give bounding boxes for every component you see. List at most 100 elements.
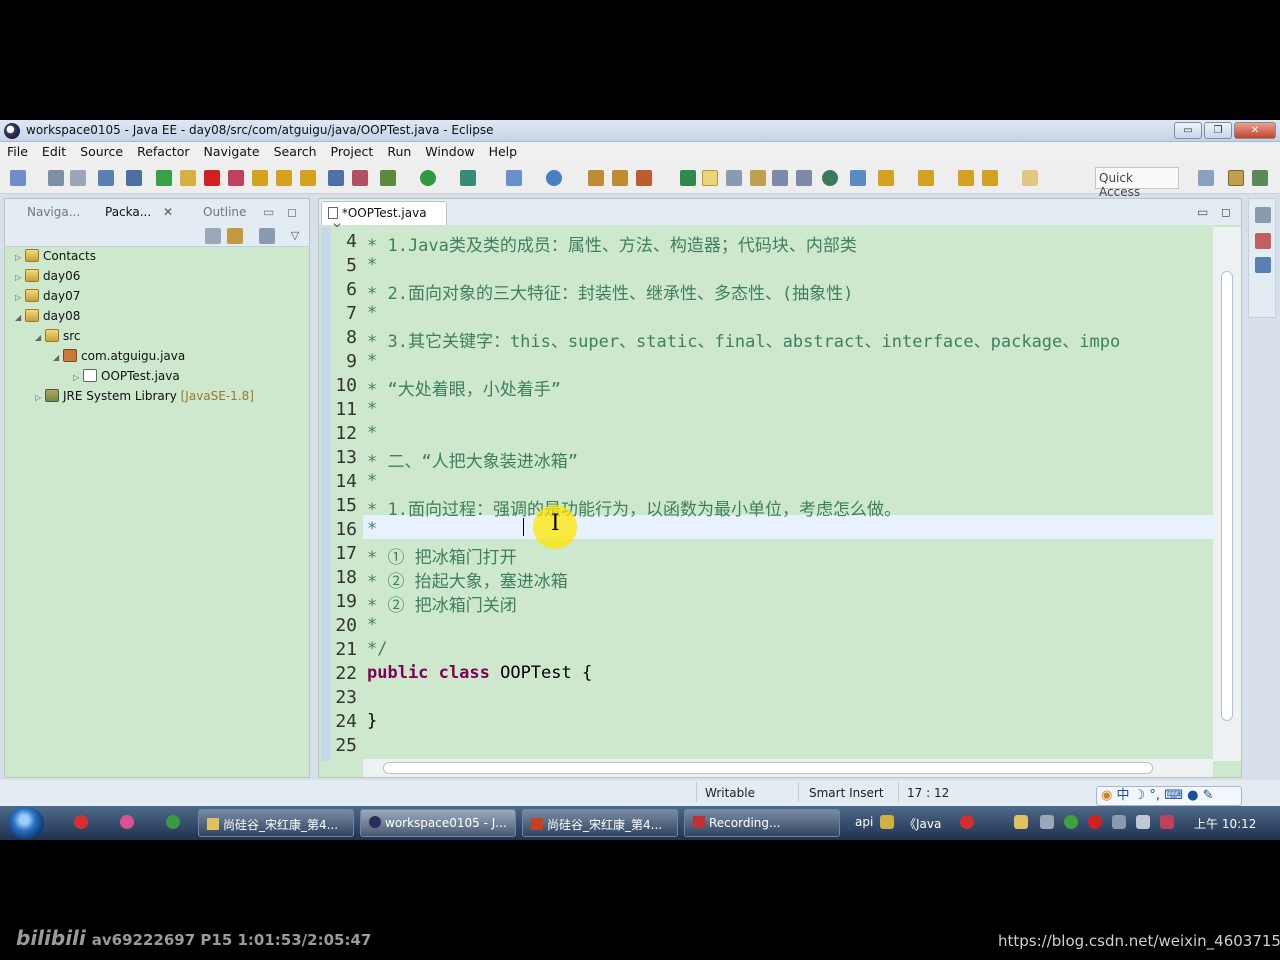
restore-button[interactable]: ❐ (1204, 122, 1232, 139)
drop-to-frame-icon[interactable] (328, 170, 344, 186)
ime-toolbar[interactable]: ◉ 中 ☽ °, ⌨ ● ✎ (1096, 786, 1242, 806)
suspend-icon[interactable] (180, 170, 196, 186)
last-edit-icon[interactable] (958, 170, 974, 186)
start-button[interactable] (8, 807, 44, 839)
run-icon[interactable] (420, 170, 436, 186)
horizontal-scrollbar[interactable] (363, 759, 1213, 777)
next-annotation-icon[interactable] (878, 170, 894, 186)
highlight-icon[interactable] (702, 170, 718, 186)
skip-breakpoints-icon[interactable] (126, 170, 142, 186)
open-folder-icon[interactable] (612, 170, 628, 186)
tree-item-day06[interactable]: ▷ day06 (15, 269, 80, 289)
vertical-scrollbar[interactable] (1213, 227, 1241, 761)
new-java-class-icon[interactable] (546, 170, 562, 186)
annotation-icon[interactable] (726, 170, 742, 186)
taskbar-item-folder[interactable]: 尚硅谷_宋红康_第4... (198, 809, 354, 837)
tab-navigator[interactable]: Naviga... (27, 205, 80, 219)
clipboard-icon[interactable] (1136, 815, 1150, 829)
terminal-icon[interactable] (98, 170, 114, 186)
step-over-icon[interactable] (276, 170, 292, 186)
scroll-thumb[interactable] (383, 762, 1153, 774)
save-all-icon[interactable] (70, 170, 86, 186)
app-launcher-icon[interactable] (74, 815, 88, 829)
tab-outline[interactable]: Outline (203, 205, 246, 219)
browser-icon[interactable] (120, 815, 134, 829)
tree-item-contacts[interactable]: ▷ Contacts (15, 249, 96, 269)
debug-icon[interactable] (380, 170, 396, 186)
collapse-all-icon[interactable] (205, 228, 221, 244)
menu-refactor[interactable]: Refactor (130, 142, 196, 162)
menu-navigate[interactable]: Navigate (197, 142, 267, 162)
close-icon[interactable]: ✕ (163, 205, 173, 219)
volume-icon[interactable] (1040, 815, 1054, 829)
view-menu-icon[interactable]: ▽ (287, 228, 303, 244)
tree-item-ooptest[interactable]: ▷ OOPTest.java (73, 369, 180, 389)
new-server-icon[interactable] (506, 170, 522, 186)
pin-icon[interactable] (850, 170, 866, 186)
open-perspective-icon[interactable] (1198, 170, 1214, 186)
tab-package-explorer[interactable]: Packa... (105, 205, 151, 219)
step-return-icon[interactable] (300, 170, 316, 186)
menu-run[interactable]: Run (380, 142, 418, 162)
menu-search[interactable]: Search (267, 142, 324, 162)
clock[interactable]: 上午 10:12 (1194, 815, 1256, 832)
close-button[interactable]: ✕ (1234, 122, 1276, 139)
maximize-view-icon[interactable]: ◻ (287, 205, 297, 219)
java-perspective-icon[interactable] (1252, 170, 1268, 186)
forward-icon[interactable] (1022, 170, 1038, 186)
scroll-thumb[interactable] (1221, 271, 1233, 721)
back-icon[interactable] (982, 170, 998, 186)
code-editor[interactable]: * 1.Java类及类的成员：属性、方法、构造器；代码块、内部类 * * 2.面… (363, 227, 1213, 761)
minimize-view-icon[interactable]: ▭ (263, 205, 274, 219)
resume-icon[interactable] (156, 170, 172, 186)
new-icon[interactable] (10, 170, 26, 186)
minimize-button[interactable]: ▭ (1174, 122, 1202, 139)
maximize-editor-icon[interactable]: ◻ (1221, 205, 1231, 219)
taskbar-item-recording[interactable]: Recording... (684, 809, 840, 837)
console-icon[interactable] (1255, 257, 1271, 273)
menu-source[interactable]: Source (73, 142, 130, 162)
open-type-icon[interactable] (588, 170, 604, 186)
taskbar-item-eclipse[interactable]: workspace0105 - J... (360, 809, 516, 837)
menu-window[interactable]: Window (418, 142, 481, 162)
java-ee-perspective-icon[interactable] (1228, 170, 1244, 186)
save-icon[interactable] (48, 170, 64, 186)
use-step-filters-icon[interactable] (352, 170, 368, 186)
link-editor-icon[interactable] (227, 228, 243, 244)
task-list-icon[interactable] (1255, 233, 1271, 249)
disconnect-icon[interactable] (228, 170, 244, 186)
tree-item-day08[interactable]: ◢ day08 (15, 309, 80, 329)
record-icon[interactable] (1088, 815, 1102, 829)
taskbar-item-powerpoint[interactable]: 尚硅谷_宋红康_第4... (522, 809, 678, 837)
tree-item-package[interactable]: ◢ com.atguigu.java (53, 349, 185, 369)
sogou-icon[interactable] (960, 815, 974, 829)
security-icon[interactable] (1064, 815, 1078, 829)
restore-icon[interactable] (1255, 207, 1271, 223)
search-icon[interactable] (636, 170, 652, 186)
menu-project[interactable]: Project (324, 142, 381, 162)
help-icon[interactable] (880, 815, 894, 829)
display-icon[interactable] (1112, 815, 1126, 829)
external-tools-icon[interactable] (460, 170, 476, 186)
filter-icon[interactable] (259, 228, 275, 244)
step-into-icon[interactable] (252, 170, 268, 186)
minimize-editor-icon[interactable]: ▭ (1197, 205, 1208, 219)
tree-item-src[interactable]: ◢ src (35, 329, 81, 349)
globe-icon[interactable] (822, 170, 838, 186)
monitor-icon[interactable] (1160, 815, 1174, 829)
toggle-mark-icon[interactable] (680, 170, 696, 186)
chrome-icon[interactable] (166, 815, 180, 829)
paragraph-icon[interactable] (796, 170, 812, 186)
menu-edit[interactable]: Edit (35, 142, 73, 162)
quick-access-input[interactable]: Quick Access (1095, 167, 1179, 199)
menu-file[interactable]: File (0, 142, 35, 162)
network-icon[interactable] (1014, 815, 1028, 829)
tree-item-jre[interactable]: ▷ JRE System Library [JavaSE-1.8] (35, 389, 254, 409)
previous-annotation-icon[interactable] (918, 170, 934, 186)
tab-ooptest-java[interactable]: *OOPTest.java ✕ (321, 201, 447, 234)
terminate-icon[interactable] (204, 170, 220, 186)
block-select-icon[interactable] (750, 170, 766, 186)
menu-help[interactable]: Help (482, 142, 525, 162)
show-whitespace-icon[interactable] (772, 170, 788, 186)
tree-item-day07[interactable]: ▷ day07 (15, 289, 80, 309)
